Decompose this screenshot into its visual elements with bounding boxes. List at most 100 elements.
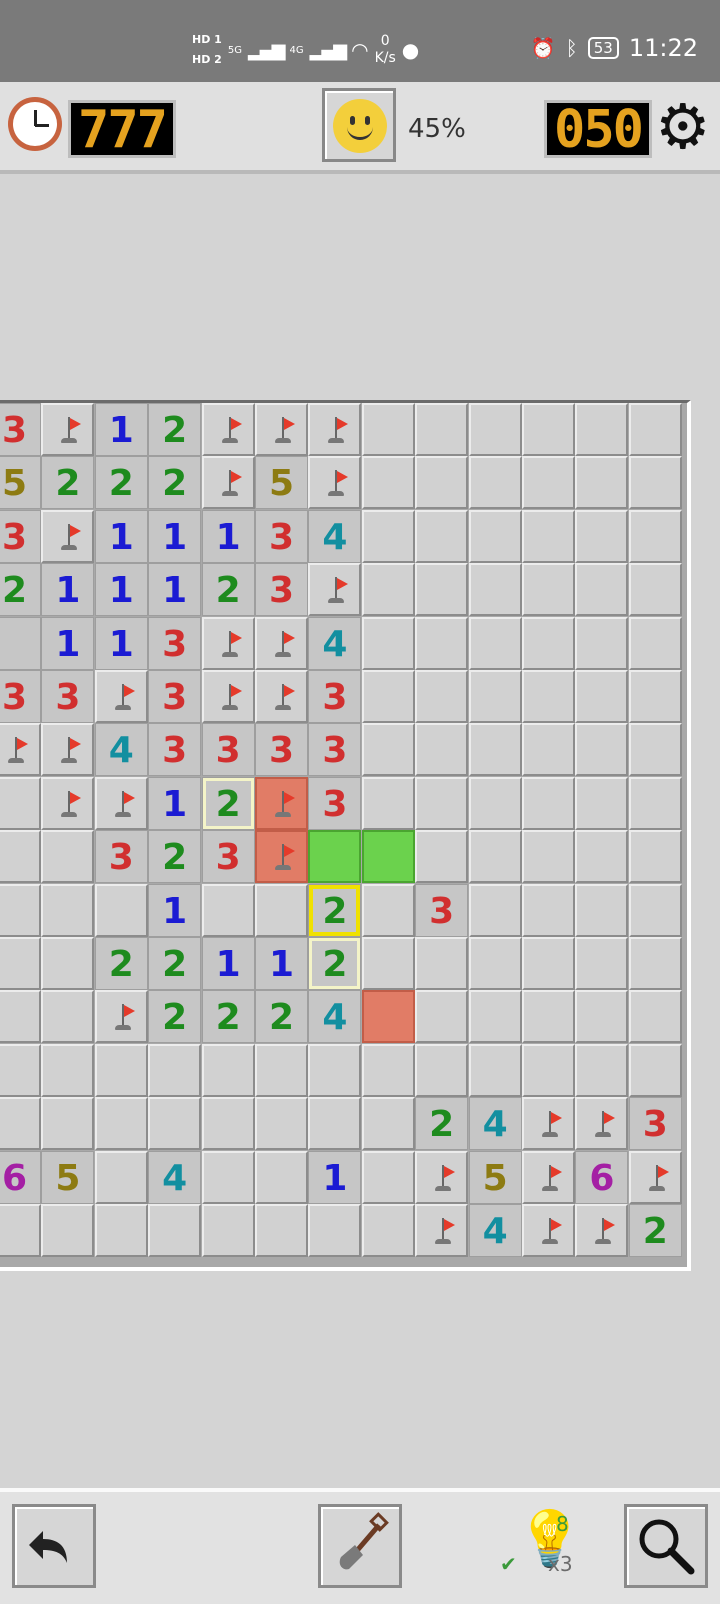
unrevealed-cell[interactable]: [468, 1043, 522, 1097]
unrevealed-cell[interactable]: [628, 937, 682, 990]
unrevealed-cell[interactable]: [41, 990, 95, 1044]
number-cell[interactable]: 2: [41, 456, 95, 510]
unrevealed-cell[interactable]: [308, 1043, 362, 1097]
unrevealed-cell[interactable]: [575, 509, 629, 563]
unrevealed-cell[interactable]: [468, 563, 522, 617]
unrevealed-cell[interactable]: [575, 1043, 629, 1097]
unrevealed-cell[interactable]: [308, 1097, 362, 1151]
number-cell[interactable]: 1: [201, 937, 255, 990]
unrevealed-cell[interactable]: [0, 1097, 41, 1151]
unrevealed-cell[interactable]: [522, 723, 575, 777]
zoom-button[interactable]: [624, 1504, 708, 1588]
unrevealed-cell[interactable]: [522, 883, 575, 937]
unrevealed-cell[interactable]: [361, 723, 415, 777]
unrevealed-cell[interactable]: [468, 403, 522, 456]
unrevealed-cell[interactable]: [628, 509, 682, 563]
unrevealed-cell[interactable]: [415, 456, 469, 510]
number-cell[interactable]: 2: [308, 937, 362, 990]
number-cell[interactable]: 4: [468, 1204, 522, 1257]
number-cell[interactable]: 3: [201, 723, 255, 777]
number-cell[interactable]: 1: [201, 509, 255, 563]
flagged-cell[interactable]: [522, 1097, 575, 1151]
flagged-cell[interactable]: [41, 509, 95, 563]
unrevealed-cell[interactable]: [41, 830, 95, 884]
unrevealed-cell[interactable]: [41, 1204, 95, 1257]
number-cell[interactable]: 3: [0, 670, 41, 723]
unrevealed-cell[interactable]: [361, 1204, 415, 1257]
unrevealed-cell[interactable]: [361, 990, 415, 1044]
number-cell[interactable]: 3: [0, 403, 41, 456]
unrevealed-cell[interactable]: [468, 776, 522, 830]
unrevealed-cell[interactable]: [0, 1043, 41, 1097]
unrevealed-cell[interactable]: [0, 883, 41, 937]
number-cell[interactable]: 2: [255, 990, 308, 1044]
unrevealed-cell[interactable]: [628, 563, 682, 617]
unrevealed-cell[interactable]: [361, 509, 415, 563]
smiley-reset-button[interactable]: [322, 88, 396, 162]
unrevealed-cell[interactable]: [522, 509, 575, 563]
unrevealed-cell[interactable]: [628, 456, 682, 510]
unrevealed-cell[interactable]: [415, 509, 469, 563]
unrevealed-cell[interactable]: [0, 776, 41, 830]
number-cell[interactable]: 1: [41, 616, 95, 670]
flagged-cell[interactable]: [255, 403, 308, 456]
flagged-cell[interactable]: [255, 830, 308, 884]
number-cell[interactable]: 3: [255, 563, 308, 617]
flagged-cell[interactable]: [308, 403, 362, 456]
unrevealed-cell[interactable]: [415, 776, 469, 830]
unrevealed-cell[interactable]: [94, 1150, 148, 1204]
unrevealed-cell[interactable]: [201, 1204, 255, 1257]
number-cell[interactable]: 3: [415, 883, 469, 937]
unrevealed-cell[interactable]: [148, 1097, 202, 1151]
number-cell[interactable]: 1: [41, 563, 95, 617]
unrevealed-cell[interactable]: [522, 456, 575, 510]
unrevealed-cell[interactable]: [522, 1043, 575, 1097]
unrevealed-cell[interactable]: [361, 616, 415, 670]
flagged-cell[interactable]: [41, 776, 95, 830]
unrevealed-cell[interactable]: [0, 1204, 41, 1257]
number-cell[interactable]: 5: [255, 456, 308, 510]
unrevealed-cell[interactable]: [628, 776, 682, 830]
flagged-cell[interactable]: [201, 403, 255, 456]
number-cell[interactable]: 1: [94, 616, 148, 670]
number-cell[interactable]: 4: [468, 1097, 522, 1151]
flagged-cell[interactable]: [628, 1150, 682, 1204]
unrevealed-cell[interactable]: [255, 1204, 308, 1257]
flagged-cell[interactable]: [94, 776, 148, 830]
number-cell[interactable]: 5: [468, 1150, 522, 1204]
number-cell[interactable]: 2: [308, 883, 362, 937]
flagged-cell[interactable]: [255, 776, 308, 830]
number-cell[interactable]: 4: [308, 616, 362, 670]
unrevealed-cell[interactable]: [628, 403, 682, 456]
unrevealed-cell[interactable]: [522, 937, 575, 990]
flagged-cell[interactable]: [415, 1204, 469, 1257]
unrevealed-cell[interactable]: [361, 670, 415, 723]
number-cell[interactable]: 5: [41, 1150, 95, 1204]
unrevealed-cell[interactable]: [255, 1097, 308, 1151]
flagged-cell[interactable]: [522, 1150, 575, 1204]
flagged-cell[interactable]: [41, 723, 95, 777]
unrevealed-cell[interactable]: [201, 1043, 255, 1097]
unrevealed-cell[interactable]: [415, 616, 469, 670]
unrevealed-cell[interactable]: [575, 883, 629, 937]
number-cell[interactable]: 1: [94, 509, 148, 563]
number-cell[interactable]: 6: [0, 1150, 41, 1204]
unrevealed-cell[interactable]: [468, 456, 522, 510]
flagged-cell[interactable]: [0, 723, 41, 777]
unrevealed-cell[interactable]: [308, 830, 362, 884]
unrevealed-cell[interactable]: [628, 723, 682, 777]
flagged-cell[interactable]: [415, 1150, 469, 1204]
flagged-cell[interactable]: [522, 1204, 575, 1257]
number-cell[interactable]: 2: [415, 1097, 469, 1151]
number-cell[interactable]: 1: [148, 883, 202, 937]
number-cell[interactable]: 4: [148, 1150, 202, 1204]
flagged-cell[interactable]: [41, 403, 95, 456]
dig-mode-button[interactable]: [318, 1504, 402, 1588]
unrevealed-cell[interactable]: [575, 456, 629, 510]
number-cell[interactable]: 1: [255, 937, 308, 990]
unrevealed-cell[interactable]: [201, 1150, 255, 1204]
number-cell[interactable]: 1: [148, 509, 202, 563]
number-cell[interactable]: 1: [94, 403, 148, 456]
number-cell[interactable]: 3: [255, 723, 308, 777]
number-cell[interactable]: 2: [0, 563, 41, 617]
